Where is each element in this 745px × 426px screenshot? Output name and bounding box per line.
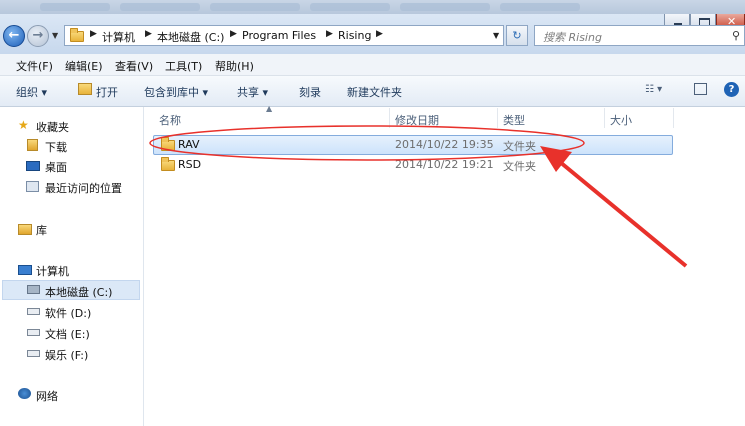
annotation-arrow-shaft (558, 160, 688, 268)
annotation-ellipse (149, 125, 585, 161)
annotation-overlay (149, 125, 688, 268)
